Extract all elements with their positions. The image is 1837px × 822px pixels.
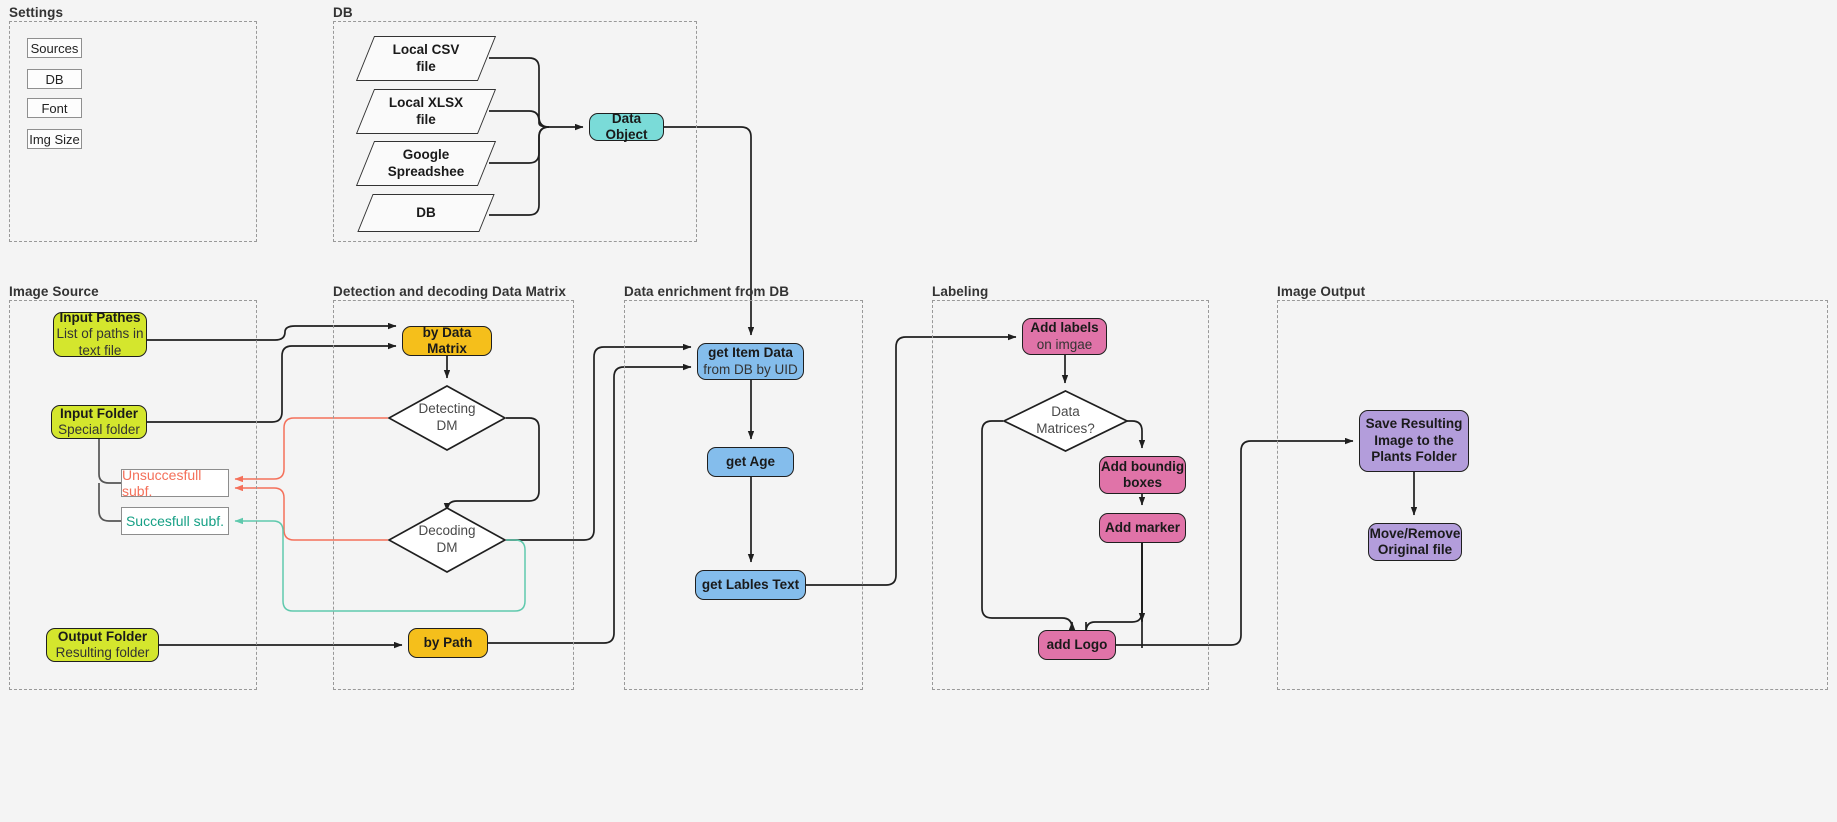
node-input-folder[interactable]: Input Folder Special folder bbox=[51, 405, 147, 439]
decision-data-matrices[interactable]: Data Matrices? bbox=[1002, 390, 1129, 452]
node-title: Output Folder bbox=[57, 628, 148, 644]
node-subtitle: Special folder bbox=[58, 422, 140, 437]
group-title-image-output: Image Output bbox=[1277, 284, 1366, 299]
decision-decoding-dm[interactable]: Decoding DM bbox=[387, 507, 507, 573]
node-title: Add boundig boxes bbox=[1100, 458, 1185, 490]
decision-label-line1: Detecting bbox=[418, 401, 476, 417]
node-title: Add labels bbox=[1030, 320, 1099, 336]
node-by-path[interactable]: by Path bbox=[408, 628, 488, 658]
node-save-resulting-image[interactable]: Save Resulting Image to the Plants Folde… bbox=[1359, 410, 1469, 472]
decision-label-line2: DM bbox=[436, 540, 458, 555]
node-label: by Path bbox=[423, 634, 473, 650]
node-title: Add marker bbox=[1104, 519, 1181, 535]
decision-label-line2: Matrices? bbox=[1036, 421, 1095, 436]
group-title-db: DB bbox=[333, 5, 353, 20]
node-subtitle: from DB by UID bbox=[703, 361, 798, 377]
node-successful-subf[interactable]: Succesfull subf. bbox=[121, 507, 229, 535]
decision-label-line1: Decoding bbox=[418, 523, 476, 539]
node-get-item-data[interactable]: get Item Data from DB by UID bbox=[697, 343, 804, 380]
node-label: Data Object bbox=[605, 110, 648, 142]
node-add-boundig-boxes[interactable]: Add boundig boxes bbox=[1099, 456, 1186, 494]
settings-button-db[interactable]: DB bbox=[27, 69, 82, 89]
group-box-image-output bbox=[1277, 300, 1828, 690]
group-title-enrichment: Data enrichment from DB bbox=[624, 284, 790, 299]
group-title-detection: Detection and decoding Data Matrix bbox=[333, 284, 566, 299]
node-title: Input Pathes bbox=[59, 309, 141, 325]
node-input-pathes[interactable]: Input Pathes List of paths in text file bbox=[53, 309, 147, 358]
node-label: Succesfull subf. bbox=[125, 513, 225, 529]
db-source-google-spreadsheet: Google Spreadshee bbox=[362, 141, 490, 186]
group-title-image-source: Image Source bbox=[9, 284, 99, 299]
node-title: Input Folder bbox=[60, 405, 138, 421]
db-source-label-line2: file bbox=[416, 58, 436, 74]
node-add-marker[interactable]: Add marker bbox=[1099, 513, 1186, 543]
node-by-data-matrix[interactable]: by Data Matrix bbox=[402, 324, 492, 356]
db-source-label-line2: Spreadshee bbox=[387, 163, 465, 179]
db-source-label-line1: Local CSV bbox=[392, 41, 460, 57]
db-source-label-line1: Google bbox=[402, 146, 450, 162]
db-source-db: DB bbox=[362, 194, 490, 232]
decision-detecting-dm[interactable]: Detecting DM bbox=[387, 385, 507, 451]
node-label: Unsuccesfull subf. bbox=[122, 467, 202, 499]
db-source-label-line1: DB bbox=[416, 204, 436, 220]
decision-label-line1: Data bbox=[1051, 404, 1080, 420]
node-subtitle: List of paths in text file bbox=[56, 326, 144, 358]
node-move-remove-original[interactable]: Move/Remove Original file bbox=[1368, 523, 1462, 561]
settings-button-img-size[interactable]: Img Size bbox=[27, 129, 82, 149]
db-source-label-line2: file bbox=[416, 111, 436, 127]
group-title-labeling: Labeling bbox=[932, 284, 989, 299]
node-title: get Lables Text bbox=[701, 576, 800, 592]
node-get-age[interactable]: get Age bbox=[707, 447, 794, 477]
db-source-label-line1: Local XLSX bbox=[388, 94, 464, 110]
node-title: get Age bbox=[725, 453, 775, 469]
decision-label-line2: DM bbox=[436, 418, 458, 433]
node-data-object[interactable]: Data Object bbox=[589, 110, 664, 142]
diagram-canvas: Settings DB Image Source Detection and d… bbox=[0, 0, 1837, 822]
node-subtitle: Resulting folder bbox=[55, 645, 150, 660]
node-get-lables-text[interactable]: get Lables Text bbox=[695, 570, 806, 600]
node-title: Move/Remove Original file bbox=[1369, 525, 1461, 557]
node-subtitle: on imgae bbox=[1036, 336, 1093, 352]
settings-button-font[interactable]: Font bbox=[27, 98, 82, 118]
db-source-local-xlsx: Local XLSX file bbox=[362, 89, 490, 134]
node-label: by Data Matrix bbox=[422, 324, 472, 356]
group-title-settings: Settings bbox=[9, 5, 64, 20]
node-add-logo[interactable]: add Logo bbox=[1038, 630, 1116, 660]
node-output-folder[interactable]: Output Folder Resulting folder bbox=[46, 628, 159, 662]
settings-button-sources[interactable]: Sources bbox=[27, 38, 82, 58]
node-title: get Item Data bbox=[708, 345, 793, 361]
node-title: Save Resulting Image to the Plants Folde… bbox=[1365, 416, 1463, 465]
db-source-local-csv: Local CSV file bbox=[362, 36, 490, 81]
node-title: add Logo bbox=[1046, 636, 1108, 652]
node-add-labels[interactable]: Add labels on imgae bbox=[1022, 318, 1107, 355]
node-unsuccessful-subf[interactable]: Unsuccesfull subf. bbox=[121, 467, 229, 499]
